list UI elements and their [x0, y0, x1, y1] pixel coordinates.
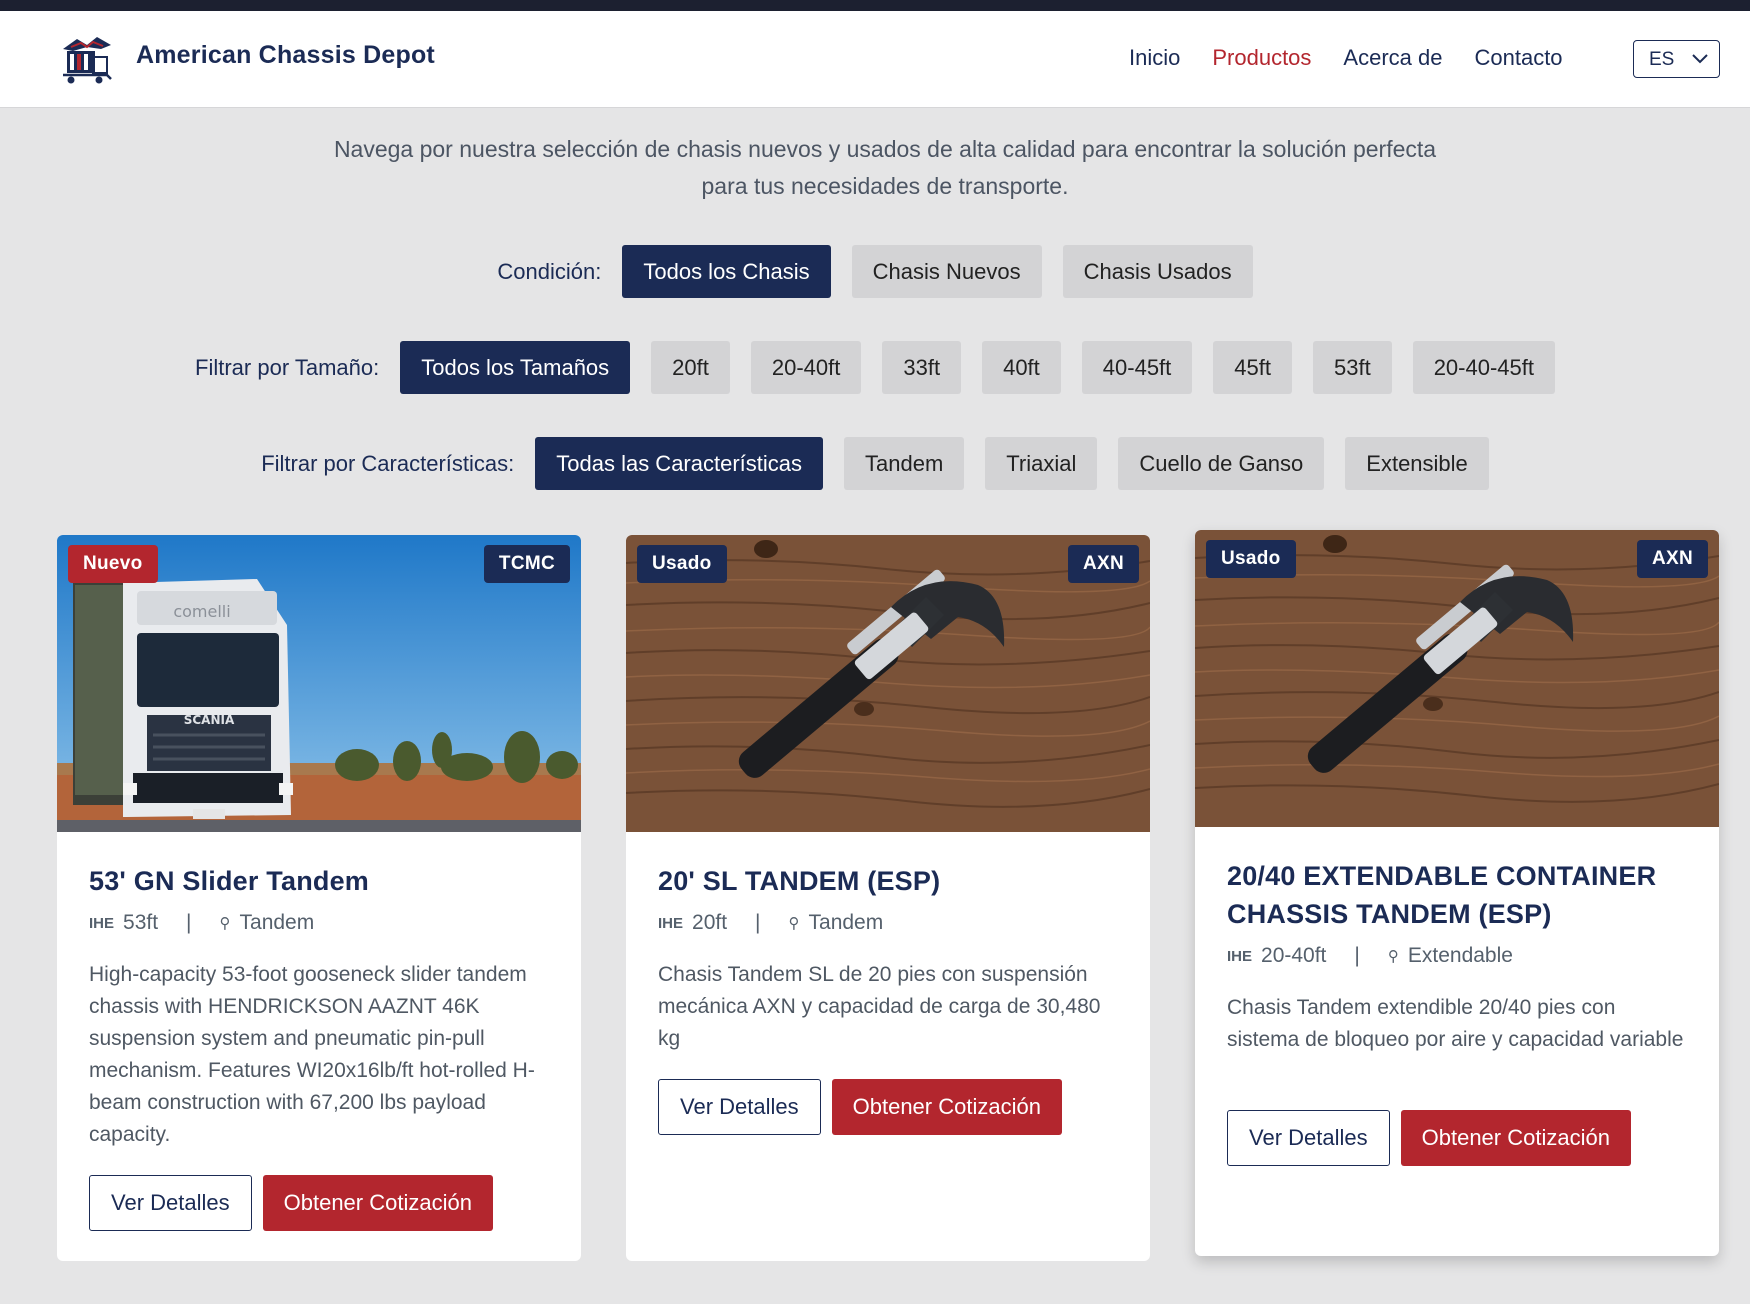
- size-chip-20-40-45ft[interactable]: 20-40-45ft: [1412, 341, 1555, 394]
- product-image-truck[interactable]: comelli SCANIA Nuevo TCMC: [57, 535, 581, 832]
- feature-filter: Filtrar por Características: Todas las C…: [0, 437, 1750, 490]
- product-specs: IHE 20-40ft | ⚲ Extendable: [1227, 944, 1513, 968]
- brand-badge: AXN: [1636, 540, 1708, 578]
- product-size: 20ft: [692, 911, 728, 934]
- ruler-icon: IHE: [658, 914, 684, 932]
- brand-badge: AXN: [1067, 545, 1139, 583]
- intro-text: Navega por nuestra selección de chasis n…: [333, 136, 1437, 199]
- spec-separator: |: [186, 911, 192, 934]
- condition-chip-all[interactable]: Todos los Chasis: [622, 245, 831, 298]
- condition-filter: Condición: Todos los Chasis Chasis Nuevo…: [0, 245, 1750, 298]
- product-actions: Ver Detalles Obtener Cotización: [89, 1175, 493, 1231]
- product-axle: Extendable: [1407, 944, 1513, 967]
- axle-icon: ⚲: [1387, 948, 1399, 965]
- axle-icon: ⚲: [788, 915, 800, 932]
- product-actions: Ver Detalles Obtener Cotización: [1227, 1110, 1631, 1166]
- feature-chip-tandem[interactable]: Tandem: [844, 437, 965, 490]
- size-chip-33ft[interactable]: 33ft: [882, 341, 962, 394]
- product-image-hammer[interactable]: Usado AXN: [626, 535, 1150, 832]
- ruler-icon: IHE: [1227, 947, 1253, 965]
- nav-contacto[interactable]: Contacto: [1474, 45, 1562, 71]
- logo-icon[interactable]: [57, 35, 117, 85]
- condition-chip-new[interactable]: Chasis Nuevos: [851, 245, 1042, 298]
- size-filter: Filtrar por Tamaño: Todos los Tamaños 20…: [0, 341, 1750, 394]
- top-strip: [0, 0, 1750, 11]
- product-card: Usado AXN 20/40 EXTENDABLE CONTAINER CHA…: [1195, 530, 1719, 1256]
- svg-text:comelli: comelli: [173, 602, 230, 621]
- main-nav: Inicio Productos Acerca de Contacto: [1129, 45, 1595, 71]
- size-chip-20ft[interactable]: 20ft: [651, 341, 730, 394]
- condition-filter-label: Condición:: [497, 258, 602, 284]
- chevron-down-icon: [1692, 54, 1708, 64]
- product-card: Usado AXN 20' SL TANDEM (ESP) IHE 20ft |…: [626, 535, 1150, 1261]
- product-image-hammer[interactable]: Usado AXN: [1195, 530, 1719, 827]
- get-quote-button[interactable]: Obtener Cotización: [262, 1175, 493, 1231]
- site-header: American Chassis Depot Inicio Productos …: [0, 11, 1750, 108]
- size-chip-53ft[interactable]: 53ft: [1312, 341, 1392, 394]
- product-title[interactable]: 20/40 EXTENDABLE CONTAINER CHASSIS TANDE…: [1227, 857, 1697, 933]
- product-description: Chasis Tandem extendible 20/40 pies con …: [1227, 996, 1684, 1051]
- condition-chip-used[interactable]: Chasis Usados: [1062, 245, 1253, 298]
- product-size: 20-40ft: [1261, 944, 1327, 967]
- product-actions: Ver Detalles Obtener Cotización: [658, 1079, 1062, 1135]
- get-quote-button[interactable]: Obtener Cotización: [831, 1079, 1062, 1135]
- get-quote-button[interactable]: Obtener Cotización: [1400, 1110, 1631, 1166]
- product-size: 53ft: [123, 911, 159, 934]
- product-axle: Tandem: [808, 911, 884, 934]
- view-details-button[interactable]: Ver Detalles: [89, 1175, 252, 1231]
- product-card: comelli SCANIA Nuevo TCMC 53' GN Slider …: [57, 535, 581, 1261]
- svg-text:SCANIA: SCANIA: [184, 713, 235, 727]
- size-chip-40ft[interactable]: 40ft: [982, 341, 1061, 394]
- brand-name[interactable]: American Chassis Depot: [136, 41, 435, 70]
- condition-badge: Nuevo: [68, 545, 158, 583]
- size-chip-40-45ft[interactable]: 40-45ft: [1081, 341, 1193, 394]
- feature-chip-all[interactable]: Todas las Características: [535, 437, 824, 490]
- product-title[interactable]: 20' SL TANDEM (ESP): [658, 862, 1128, 900]
- product-title[interactable]: 53' GN Slider Tandem: [89, 862, 559, 900]
- condition-badge: Usado: [637, 545, 727, 583]
- view-details-button[interactable]: Ver Detalles: [658, 1079, 821, 1135]
- product-specs: IHE 53ft | ⚲ Tandem: [89, 911, 314, 935]
- size-chip-45ft[interactable]: 45ft: [1213, 341, 1292, 394]
- nav-productos[interactable]: Productos: [1212, 45, 1311, 71]
- ruler-icon: IHE: [89, 914, 115, 932]
- spec-separator: |: [755, 911, 761, 934]
- product-description: High-capacity 53-foot gooseneck slider t…: [89, 963, 535, 1146]
- feature-chip-gooseneck[interactable]: Cuello de Ganso: [1118, 437, 1325, 490]
- size-chip-all[interactable]: Todos los Tamaños: [400, 341, 631, 394]
- condition-badge: Usado: [1206, 540, 1296, 578]
- spec-separator: |: [1354, 944, 1360, 967]
- nav-acerca-de[interactable]: Acerca de: [1343, 45, 1442, 71]
- brand-badge: TCMC: [483, 545, 570, 583]
- product-axle: Tandem: [239, 911, 315, 934]
- feature-chip-extensible[interactable]: Extensible: [1345, 437, 1489, 490]
- language-value: ES: [1649, 49, 1675, 70]
- nav-inicio[interactable]: Inicio: [1129, 45, 1180, 71]
- feature-filter-label: Filtrar por Características:: [261, 450, 515, 476]
- size-chip-20-40ft[interactable]: 20-40ft: [750, 341, 862, 394]
- language-select[interactable]: ES: [1633, 40, 1720, 78]
- axle-icon: ⚲: [219, 915, 231, 932]
- size-filter-label: Filtrar por Tamaño:: [195, 354, 380, 380]
- product-description: Chasis Tandem SL de 20 pies con suspensi…: [658, 963, 1101, 1050]
- feature-chip-triaxial[interactable]: Triaxial: [985, 437, 1098, 490]
- product-specs: IHE 20ft | ⚲ Tandem: [658, 911, 883, 935]
- view-details-button[interactable]: Ver Detalles: [1227, 1110, 1390, 1166]
